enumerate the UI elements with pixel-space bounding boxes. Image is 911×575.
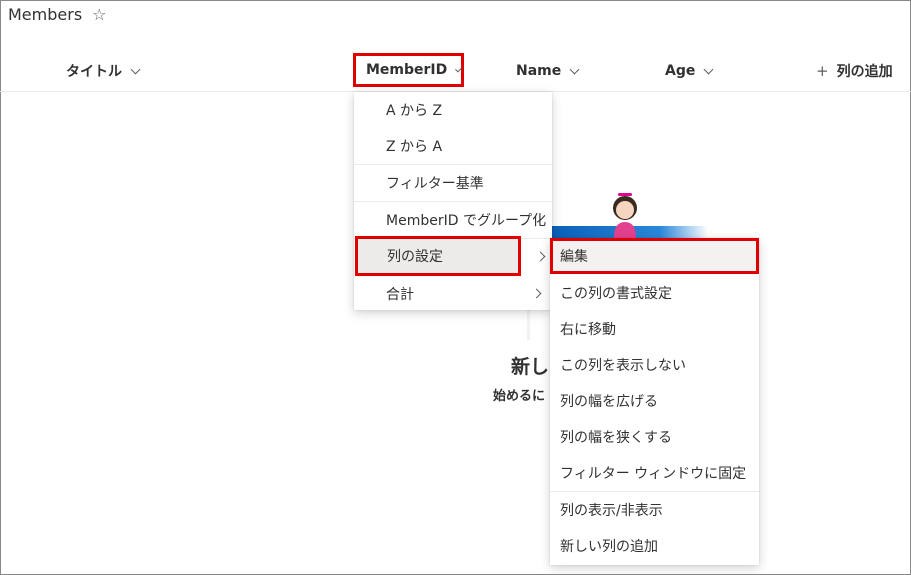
submenu-item-label: 新しい列の追加 xyxy=(560,539,658,555)
menu-item-sort-z-to-a[interactable]: Z から A xyxy=(354,128,552,164)
add-column-button[interactable]: + 列の追加 xyxy=(816,52,893,90)
column-header-memberid[interactable]: MemberID xyxy=(353,53,464,87)
column-header-memberid-label: MemberID xyxy=(366,62,448,78)
submenu-item-pin-to-filter-pane[interactable]: フィルター ウィンドウに固定 xyxy=(550,455,759,491)
submenu-item-label: 列の幅を狭くする xyxy=(560,430,672,446)
column-header-name[interactable]: Name xyxy=(516,52,580,90)
column-header-row: タイトル MemberID Name Age + 列の追加 xyxy=(0,52,911,92)
menu-item-label: 列の設定 xyxy=(387,249,443,265)
list-header: Members ☆ xyxy=(8,5,107,24)
favorite-star-icon[interactable]: ☆ xyxy=(92,6,106,23)
submenu-item-label: 列の幅を広げる xyxy=(560,394,658,410)
chevron-down-icon xyxy=(703,64,714,74)
submenu-item-label: 編集 xyxy=(560,249,588,265)
menu-item-label: A から Z xyxy=(386,103,443,119)
empty-state-title: 新し xyxy=(511,356,550,378)
menu-item-label: Z から A xyxy=(386,139,443,155)
column-header-name-label: Name xyxy=(516,63,562,79)
menu-item-sort-a-to-z[interactable]: A から Z xyxy=(354,92,552,128)
menu-item-column-settings[interactable]: 列の設定 xyxy=(355,236,546,276)
submenu-item-label: この列を表示しない xyxy=(560,358,686,374)
chevron-down-icon xyxy=(130,64,141,74)
chevron-down-icon xyxy=(455,64,463,72)
menu-item-filter-by[interactable]: フィルター基準 xyxy=(354,165,552,201)
chevron-down-icon xyxy=(569,64,580,74)
submenu-item-label: フィルター ウィンドウに固定 xyxy=(560,466,747,482)
column-settings-submenu: 編集 この列の書式設定 右に移動 この列を表示しない 列の幅を広げる 列の幅を狭… xyxy=(550,238,759,565)
plus-icon: + xyxy=(816,62,829,80)
column-header-age[interactable]: Age xyxy=(665,52,714,90)
menu-item-label: 合計 xyxy=(386,287,414,303)
chevron-right-icon xyxy=(535,251,546,262)
list-title: Members xyxy=(8,5,83,24)
add-column-label: 列の追加 xyxy=(836,64,893,80)
submenu-item-show-hide-columns[interactable]: 列の表示/非表示 xyxy=(550,492,759,528)
submenu-item-widen-column[interactable]: 列の幅を広げる xyxy=(550,383,759,419)
submenu-item-label: 列の表示/非表示 xyxy=(560,503,663,519)
submenu-item-add-new-column[interactable]: 新しい列の追加 xyxy=(550,528,759,564)
column-header-title[interactable]: タイトル xyxy=(66,52,141,90)
menu-item-label: MemberID でグループ化 xyxy=(386,213,547,229)
submenu-item-edit[interactable]: 編集 xyxy=(550,238,759,274)
column-context-menu: A から Z Z から A フィルター基準 MemberID でグループ化 列の… xyxy=(354,92,552,310)
menu-item-label: フィルター基準 xyxy=(386,176,484,192)
submenu-item-label: この列の書式設定 xyxy=(560,286,672,302)
empty-state-subtitle: 始めるに xyxy=(493,389,546,404)
submenu-item-narrow-column[interactable]: 列の幅を狭くする xyxy=(550,419,759,455)
submenu-item-move-right[interactable]: 右に移動 xyxy=(550,311,759,347)
submenu-item-label: 右に移動 xyxy=(560,322,616,338)
empty-state-illustration xyxy=(548,193,708,238)
submenu-item-format-column[interactable]: この列の書式設定 xyxy=(550,275,759,311)
submenu-item-hide-column[interactable]: この列を表示しない xyxy=(550,347,759,383)
chevron-right-icon xyxy=(531,288,542,299)
menu-item-totals[interactable]: 合計 xyxy=(354,276,552,312)
column-header-title-label: タイトル xyxy=(66,64,122,80)
menu-item-group-by[interactable]: MemberID でグループ化 xyxy=(354,202,552,238)
column-header-age-label: Age xyxy=(665,63,696,79)
